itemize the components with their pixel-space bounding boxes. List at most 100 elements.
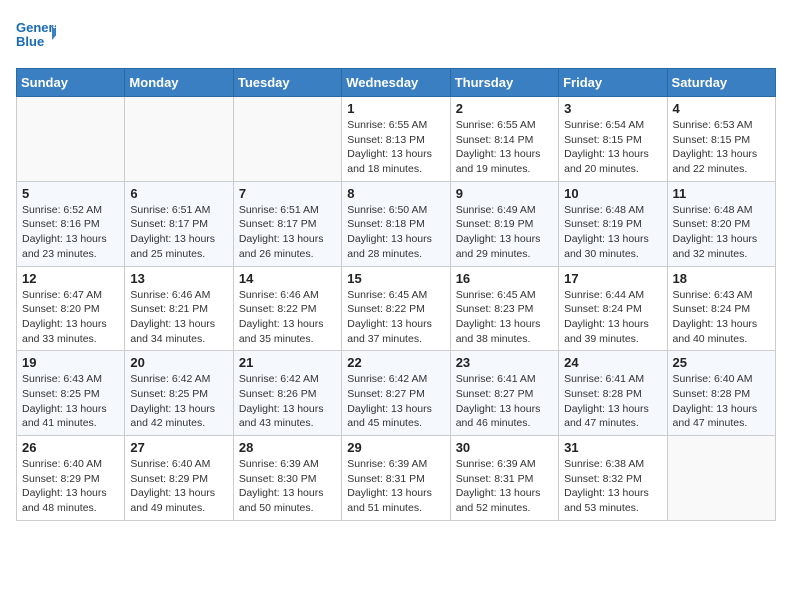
day-info: Sunrise: 6:46 AMSunset: 8:22 PMDaylight:… bbox=[239, 288, 336, 347]
calendar-cell: 8 Sunrise: 6:50 AMSunset: 8:18 PMDaylight… bbox=[342, 181, 450, 266]
day-number: 16 bbox=[456, 271, 553, 286]
day-number: 15 bbox=[347, 271, 444, 286]
calendar-cell bbox=[667, 436, 775, 521]
day-number: 3 bbox=[564, 101, 661, 116]
calendar-week-4: 19 Sunrise: 6:43 AMSunset: 8:25 PMDayligh… bbox=[17, 351, 776, 436]
day-info: Sunrise: 6:42 AMSunset: 8:26 PMDaylight:… bbox=[239, 372, 336, 431]
calendar-cell: 22Sunrise: 6:42 AMSunset: 8:27 PMDayligh… bbox=[342, 351, 450, 436]
day-info: Sunrise: 6:41 AMSunset: 8:28 PMDaylight:… bbox=[564, 372, 661, 431]
day-info: Sunrise: 6:45 AMSunset: 8:22 PMDaylight:… bbox=[347, 288, 444, 347]
day-number: 29 bbox=[347, 440, 444, 455]
day-number: 12 bbox=[22, 271, 119, 286]
calendar-cell bbox=[233, 97, 341, 182]
calendar-cell: 21 Sunrise: 6:42 AMSunset: 8:26 PMDayligh… bbox=[233, 351, 341, 436]
day-info: Sunrise: 6:42 AMSunset: 8:27 PMDaylight:… bbox=[347, 372, 444, 431]
day-number: 19 bbox=[22, 355, 119, 370]
calendar-cell: 29 Sunrise: 6:39 AMSunset: 8:31 PMDayligh… bbox=[342, 436, 450, 521]
day-info: Sunrise: 6:48 AMSunset: 8:20 PMDaylight:… bbox=[673, 203, 770, 262]
page-header: General Blue bbox=[16, 16, 776, 56]
day-header-thursday: Thursday bbox=[450, 69, 558, 97]
day-info: Sunrise: 6:43 AMSunset: 8:24 PMDaylight:… bbox=[673, 288, 770, 347]
day-number: 30 bbox=[456, 440, 553, 455]
calendar-cell: 19 Sunrise: 6:43 AMSunset: 8:25 PMDayligh… bbox=[17, 351, 125, 436]
day-info: Sunrise: 6:44 AMSunset: 8:24 PMDaylight:… bbox=[564, 288, 661, 347]
day-number: 5 bbox=[22, 186, 119, 201]
day-header-wednesday: Wednesday bbox=[342, 69, 450, 97]
day-number: 14 bbox=[239, 271, 336, 286]
day-header-friday: Friday bbox=[559, 69, 667, 97]
day-header-tuesday: Tuesday bbox=[233, 69, 341, 97]
logo-svg: General Blue bbox=[16, 16, 56, 56]
calendar-cell: 12 Sunrise: 6:47 AMSunset: 8:20 PMDayligh… bbox=[17, 266, 125, 351]
calendar-cell: 15 Sunrise: 6:45 AMSunset: 8:22 PMDayligh… bbox=[342, 266, 450, 351]
calendar-cell: 11Sunrise: 6:48 AMSunset: 8:20 PMDayligh… bbox=[667, 181, 775, 266]
calendar-cell: 28Sunrise: 6:39 AMSunset: 8:30 PMDayligh… bbox=[233, 436, 341, 521]
day-number: 6 bbox=[130, 186, 227, 201]
calendar-cell: 24 Sunrise: 6:41 AMSunset: 8:28 PMDayligh… bbox=[559, 351, 667, 436]
day-number: 24 bbox=[564, 355, 661, 370]
day-number: 7 bbox=[239, 186, 336, 201]
day-info: Sunrise: 6:39 AMSunset: 8:30 PMDaylight:… bbox=[239, 457, 336, 516]
day-info: Sunrise: 6:50 AMSunset: 8:18 PMDaylight:… bbox=[347, 203, 444, 262]
day-info: Sunrise: 6:38 AMSunset: 8:32 PMDaylight:… bbox=[564, 457, 661, 516]
day-number: 1 bbox=[347, 101, 444, 116]
day-number: 18 bbox=[673, 271, 770, 286]
day-info: Sunrise: 6:55 AMSunset: 8:13 PMDaylight:… bbox=[347, 118, 444, 177]
day-info: Sunrise: 6:52 AMSunset: 8:16 PMDaylight:… bbox=[22, 203, 119, 262]
calendar-cell: 7 Sunrise: 6:51 AMSunset: 8:17 PMDaylight… bbox=[233, 181, 341, 266]
calendar-cell: 6 Sunrise: 6:51 AMSunset: 8:17 PMDaylight… bbox=[125, 181, 233, 266]
svg-text:General: General bbox=[16, 20, 56, 35]
day-number: 13 bbox=[130, 271, 227, 286]
calendar-cell: 27 Sunrise: 6:40 AMSunset: 8:29 PMDayligh… bbox=[125, 436, 233, 521]
day-info: Sunrise: 6:40 AMSunset: 8:28 PMDaylight:… bbox=[673, 372, 770, 431]
day-info: Sunrise: 6:48 AMSunset: 8:19 PMDaylight:… bbox=[564, 203, 661, 262]
calendar-cell: 4Sunrise: 6:53 AMSunset: 8:15 PMDaylight… bbox=[667, 97, 775, 182]
day-info: Sunrise: 6:42 AMSunset: 8:25 PMDaylight:… bbox=[130, 372, 227, 431]
calendar-week-5: 26 Sunrise: 6:40 AMSunset: 8:29 PMDayligh… bbox=[17, 436, 776, 521]
calendar-cell: 30 Sunrise: 6:39 AMSunset: 8:31 PMDayligh… bbox=[450, 436, 558, 521]
day-info: Sunrise: 6:54 AMSunset: 8:15 PMDaylight:… bbox=[564, 118, 661, 177]
day-number: 17 bbox=[564, 271, 661, 286]
calendar-cell bbox=[125, 97, 233, 182]
calendar-week-2: 5 Sunrise: 6:52 AMSunset: 8:16 PMDaylight… bbox=[17, 181, 776, 266]
calendar-cell: 31 Sunrise: 6:38 AMSunset: 8:32 PMDayligh… bbox=[559, 436, 667, 521]
day-info: Sunrise: 6:47 AMSunset: 8:20 PMDaylight:… bbox=[22, 288, 119, 347]
day-info: Sunrise: 6:45 AMSunset: 8:23 PMDaylight:… bbox=[456, 288, 553, 347]
calendar-cell: 9Sunrise: 6:49 AMSunset: 8:19 PMDaylight… bbox=[450, 181, 558, 266]
calendar-cell: 14 Sunrise: 6:46 AMSunset: 8:22 PMDayligh… bbox=[233, 266, 341, 351]
day-info: Sunrise: 6:40 AMSunset: 8:29 PMDaylight:… bbox=[130, 457, 227, 516]
day-info: Sunrise: 6:39 AMSunset: 8:31 PMDaylight:… bbox=[347, 457, 444, 516]
day-header-saturday: Saturday bbox=[667, 69, 775, 97]
calendar-cell bbox=[17, 97, 125, 182]
day-info: Sunrise: 6:46 AMSunset: 8:21 PMDaylight:… bbox=[130, 288, 227, 347]
day-number: 8 bbox=[347, 186, 444, 201]
day-info: Sunrise: 6:55 AMSunset: 8:14 PMDaylight:… bbox=[456, 118, 553, 177]
calendar-week-3: 12 Sunrise: 6:47 AMSunset: 8:20 PMDayligh… bbox=[17, 266, 776, 351]
calendar-cell: 17 Sunrise: 6:44 AMSunset: 8:24 PMDayligh… bbox=[559, 266, 667, 351]
svg-text:Blue: Blue bbox=[16, 34, 44, 49]
day-info: Sunrise: 6:53 AMSunset: 8:15 PMDaylight:… bbox=[673, 118, 770, 177]
logo: General Blue bbox=[16, 16, 56, 56]
calendar-cell: 26Sunrise: 6:40 AMSunset: 8:29 PMDayligh… bbox=[17, 436, 125, 521]
day-number: 31 bbox=[564, 440, 661, 455]
calendar-cell: 10 Sunrise: 6:48 AMSunset: 8:19 PMDayligh… bbox=[559, 181, 667, 266]
day-number: 2 bbox=[456, 101, 553, 116]
day-info: Sunrise: 6:51 AMSunset: 8:17 PMDaylight:… bbox=[239, 203, 336, 262]
day-number: 25 bbox=[673, 355, 770, 370]
day-number: 23 bbox=[456, 355, 553, 370]
day-number: 26 bbox=[22, 440, 119, 455]
day-info: Sunrise: 6:39 AMSunset: 8:31 PMDaylight:… bbox=[456, 457, 553, 516]
day-number: 20 bbox=[130, 355, 227, 370]
day-number: 27 bbox=[130, 440, 227, 455]
day-number: 21 bbox=[239, 355, 336, 370]
calendar-cell: 25 Sunrise: 6:40 AMSunset: 8:28 PMDayligh… bbox=[667, 351, 775, 436]
day-header-sunday: Sunday bbox=[17, 69, 125, 97]
calendar-cell: 1 Sunrise: 6:55 AMSunset: 8:13 PMDaylight… bbox=[342, 97, 450, 182]
calendar-cell: 13 Sunrise: 6:46 AMSunset: 8:21 PMDayligh… bbox=[125, 266, 233, 351]
day-number: 10 bbox=[564, 186, 661, 201]
calendar-cell: 16 Sunrise: 6:45 AMSunset: 8:23 PMDayligh… bbox=[450, 266, 558, 351]
day-number: 9 bbox=[456, 186, 553, 201]
calendar-cell: 2 Sunrise: 6:55 AMSunset: 8:14 PMDaylight… bbox=[450, 97, 558, 182]
day-info: Sunrise: 6:51 AMSunset: 8:17 PMDaylight:… bbox=[130, 203, 227, 262]
day-info: Sunrise: 6:43 AMSunset: 8:25 PMDaylight:… bbox=[22, 372, 119, 431]
